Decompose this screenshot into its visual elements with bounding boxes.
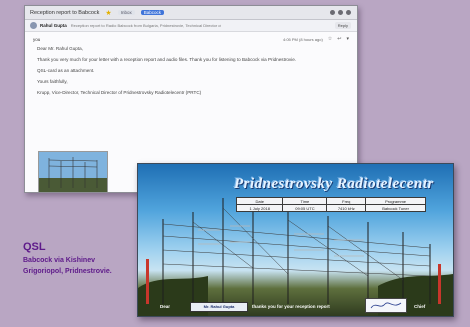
reply-icon[interactable]: ↩ [337,36,341,42]
log-data-row: 1 July 2018 09:05 UTC 7410 kHz Babcock T… [235,204,426,212]
star-icon[interactable]: ☆ [328,36,332,42]
message-header[interactable]: Rahul Gupta Reception report to Radio Ba… [25,20,357,32]
reply-button[interactable]: Reply [334,22,351,29]
log-cell: 1 July 2018 [235,204,284,212]
message-meta: you 4:05 PM (8 hours ago) ☆ ↩ ▾ [25,32,357,42]
close-icon[interactable] [346,10,351,15]
qsl-card-title: Pridnestrovsky Radiotelecentr [234,176,434,192]
window-controls [330,10,351,15]
attachment-thumbnail[interactable] [38,151,108,192]
log-cell: 09:05 UTC [282,204,328,212]
recipient-name: you [33,36,41,42]
message-date: 4:05 PM (8 hours ago) [282,36,323,42]
log-header-cell: Time [282,197,328,205]
qsl-card: Pridnestrovsky Radiotelecentr Date Time … [137,163,454,317]
closing: Yours faithfully, [37,79,68,84]
email-title-bar: Reception report to Babcock ★ Inbox Babc… [25,6,357,20]
avatar [30,22,37,29]
log-header-cell: Freq [326,197,367,205]
label-chip[interactable]: Babcock [140,10,164,15]
reception-log-table: Date Time Freq Programme 1 July 2018 09:… [235,197,426,212]
signature-stamp [365,298,407,313]
message-snippet: Reception report to Radio Babcock from B… [70,23,221,28]
log-header-row: Date Time Freq Programme [235,197,426,205]
signature: Krupp, Vice-Director, Technical Director… [37,90,202,95]
sender-name: Rahul Gupta [40,23,67,28]
log-cell: Babcock Tuner [365,204,426,212]
recipient-name-box: Mr. Rahul Gupta [190,302,248,312]
footer-signature-title: Chief [414,304,426,309]
log-cell: 7410 kHz [326,204,367,212]
star-icon[interactable]: ★ [105,9,111,17]
more-icon[interactable]: ▾ [346,36,349,42]
log-header-cell: Programme [365,197,426,205]
new-window-icon[interactable] [338,10,343,15]
body-paragraph: Thank you very much for your letter with… [37,57,297,62]
body-paragraph: QSL-card as an attachment. [37,68,95,73]
email-subject: Reception report to Babcock [30,9,100,16]
caption-subtitle: Babcock via Kishinev Grigoriopol, Pridne… [23,257,112,275]
footer-salutation: Dear [160,304,171,309]
footer-text: thanks you for your reception report [252,304,330,309]
print-icon[interactable] [330,10,335,15]
greeting: Dear Mr. Rahul Gupta, [37,46,83,51]
message-body: Dear Mr. Rahul Gupta, Thank you very muc… [25,42,357,96]
log-header-cell: Date [235,197,284,205]
qsl-footer: Dear Mr. Rahul Gupta thanks you for your… [138,298,453,314]
caption-title: QSL [23,241,46,253]
inbox-chip[interactable]: Inbox [117,10,135,15]
